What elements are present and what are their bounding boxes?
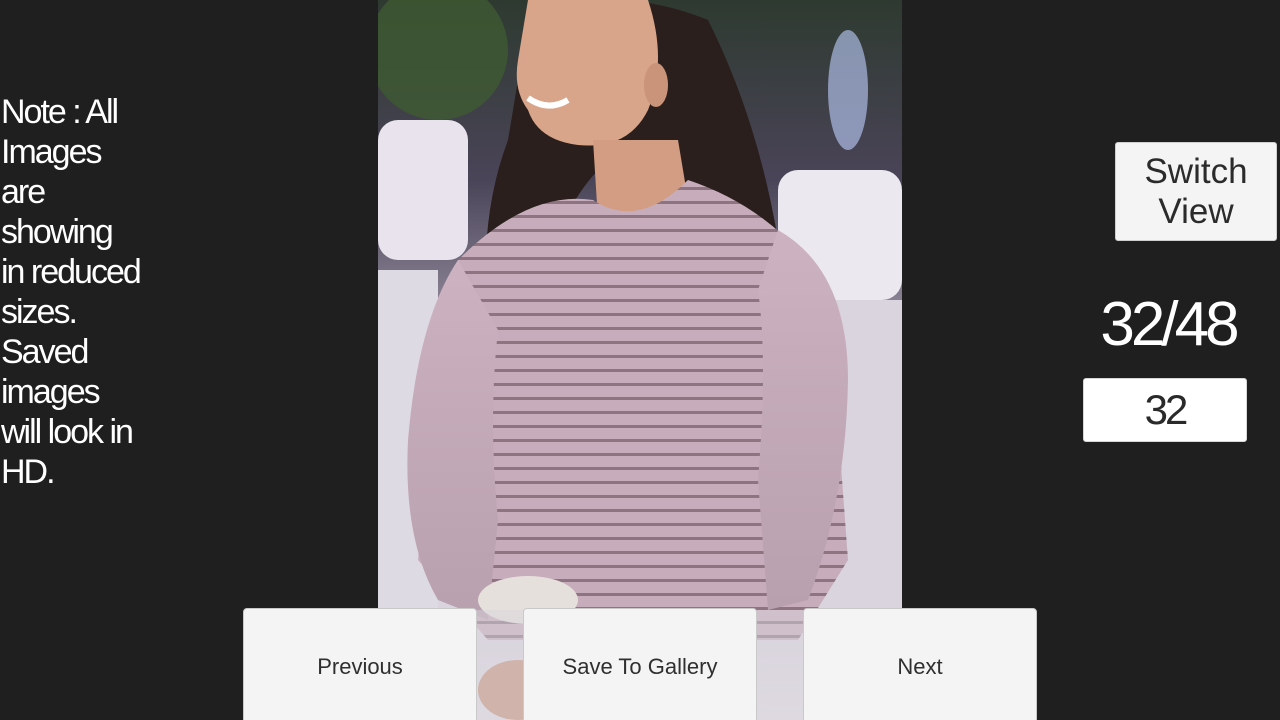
switch-view-button[interactable]: Switch View: [1115, 142, 1277, 241]
previous-button[interactable]: Previous: [243, 608, 477, 720]
page-number-input[interactable]: [1083, 378, 1247, 442]
image-viewer-screen: Note : All Images are showing in reduced…: [0, 0, 1280, 720]
image-counter: 32/48: [1100, 290, 1239, 359]
note-text: Note : All Images are showing in reduced…: [1, 93, 142, 491]
next-button[interactable]: Next: [803, 608, 1037, 720]
save-to-gallery-button[interactable]: Save To Gallery: [523, 608, 757, 720]
